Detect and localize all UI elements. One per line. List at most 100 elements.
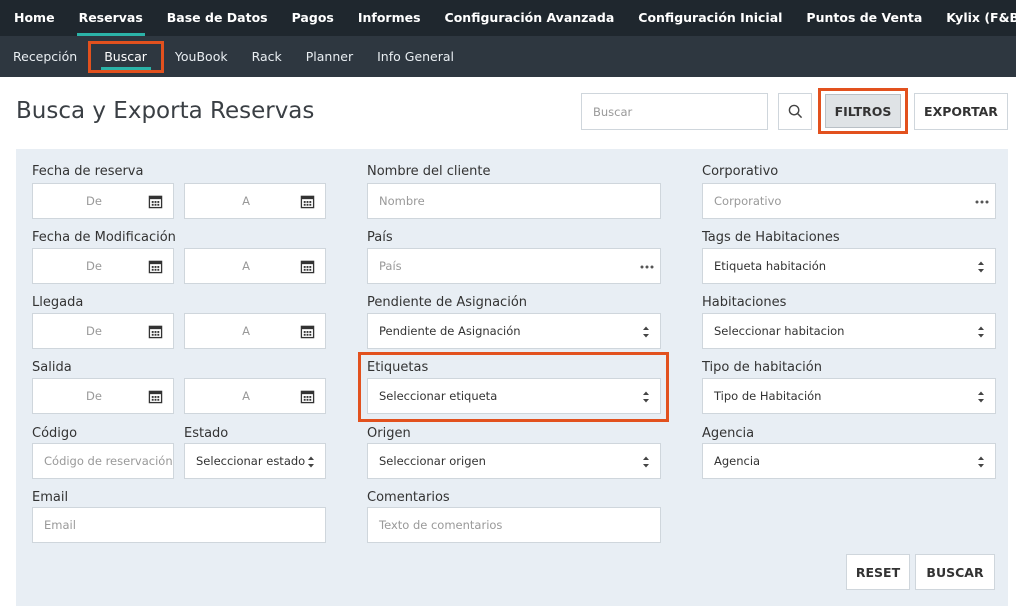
more-dots-icon[interactable] bbox=[975, 199, 989, 205]
salida-label: Salida bbox=[32, 360, 72, 375]
origen-value: Seleccionar origen bbox=[379, 454, 486, 468]
select-caret-icon bbox=[978, 456, 984, 468]
salida-from-field[interactable]: De bbox=[32, 378, 174, 414]
corporativo-label: Corporativo bbox=[702, 164, 779, 179]
email-label: Email bbox=[32, 490, 69, 505]
subnav-buscar-highlight: Buscar bbox=[88, 40, 164, 73]
habitaciones-value: Seleccionar habitacion bbox=[714, 324, 845, 338]
email-input[interactable]: Email bbox=[32, 507, 326, 543]
select-caret-icon bbox=[978, 261, 984, 273]
tags-habitaciones-label: Tags de Habitaciones bbox=[702, 230, 840, 245]
corporativo-placeholder: Corporativo bbox=[714, 194, 782, 208]
tipo-habitacion-select[interactable]: Tipo de Habitación bbox=[702, 378, 996, 414]
comentarios-placeholder: Texto de comentarios bbox=[379, 518, 503, 532]
subnav-info-general[interactable]: Info General bbox=[377, 49, 454, 64]
codigo-input[interactable]: Código de reservación bbox=[32, 443, 174, 479]
tipo-habitacion-label: Tipo de habitación bbox=[702, 360, 822, 375]
subnav-youbook[interactable]: YouBook bbox=[175, 49, 228, 64]
origen-label: Origen bbox=[367, 426, 411, 441]
subnav-planner[interactable]: Planner bbox=[306, 49, 353, 64]
topnav-base-de-datos[interactable]: Base de Datos bbox=[167, 0, 268, 36]
agencia-label: Agencia bbox=[702, 426, 755, 441]
exportar-button[interactable]: EXPORTAR bbox=[914, 93, 1008, 130]
calendar-icon[interactable] bbox=[148, 194, 163, 209]
select-caret-icon bbox=[978, 391, 984, 403]
llegada-label: Llegada bbox=[32, 295, 84, 310]
fecha-modificacion-from-field[interactable]: De bbox=[32, 248, 174, 284]
topnav-reservas[interactable]: Reservas bbox=[76, 0, 146, 36]
pendiente-value: Pendiente de Asignación bbox=[379, 324, 521, 338]
nombre-cliente-input[interactable]: Nombre bbox=[367, 183, 661, 219]
calendar-icon[interactable] bbox=[148, 259, 163, 274]
agencia-select[interactable]: Agencia bbox=[702, 443, 996, 479]
subnav-recepcion[interactable]: Recepción bbox=[13, 49, 77, 64]
calendar-icon[interactable] bbox=[300, 259, 315, 274]
topnav-configuracion-inicial[interactable]: Configuración Inicial bbox=[638, 0, 782, 36]
comentarios-label: Comentarios bbox=[367, 490, 450, 505]
llegada-to-field[interactable]: A bbox=[184, 313, 326, 349]
habitaciones-label: Habitaciones bbox=[702, 295, 787, 310]
comentarios-input[interactable]: Texto de comentarios bbox=[367, 507, 661, 543]
subnav-rack[interactable]: Rack bbox=[252, 49, 282, 64]
fecha-modificacion-from-placeholder: De bbox=[86, 259, 102, 273]
salida-to-field[interactable]: A bbox=[184, 378, 326, 414]
topnav-home[interactable]: Home bbox=[14, 0, 55, 36]
top-navigation: Home Reservas Base de Datos Pagos Inform… bbox=[0, 0, 1016, 36]
fecha-reserva-from-placeholder: De bbox=[86, 194, 102, 208]
agencia-value: Agencia bbox=[714, 454, 761, 468]
fecha-reserva-to-placeholder: A bbox=[242, 194, 250, 208]
origen-select[interactable]: Seleccionar origen bbox=[367, 443, 661, 479]
reset-button[interactable]: RESET bbox=[846, 554, 910, 590]
calendar-icon[interactable] bbox=[300, 389, 315, 404]
select-caret-icon bbox=[643, 456, 649, 468]
codigo-label: Código bbox=[32, 426, 78, 441]
more-dots-icon[interactable] bbox=[640, 264, 654, 270]
nombre-cliente-placeholder: Nombre bbox=[379, 194, 425, 208]
fecha-modificacion-to-field[interactable]: A bbox=[184, 248, 326, 284]
etiquetas-label: Etiquetas bbox=[367, 360, 429, 375]
etiquetas-select[interactable]: Seleccionar etiqueta bbox=[367, 378, 661, 414]
habitaciones-select[interactable]: Seleccionar habitacion bbox=[702, 313, 996, 349]
fecha-reserva-label: Fecha de reserva bbox=[32, 164, 144, 179]
pendiente-label: Pendiente de Asignación bbox=[367, 295, 528, 310]
tags-habitaciones-select[interactable]: Etiqueta habitación bbox=[702, 248, 996, 284]
estado-value: Seleccionar estado bbox=[196, 454, 306, 468]
codigo-placeholder: Código de reservación bbox=[44, 454, 173, 468]
calendar-icon[interactable] bbox=[300, 194, 315, 209]
calendar-icon[interactable] bbox=[148, 324, 163, 339]
select-caret-icon bbox=[978, 326, 984, 338]
pais-input[interactable]: País bbox=[367, 248, 661, 284]
buscar-button[interactable]: BUSCAR bbox=[915, 554, 995, 590]
corporativo-input[interactable]: Corporativo bbox=[702, 183, 996, 219]
subnav-buscar[interactable]: Buscar bbox=[104, 49, 147, 64]
topnav-puntos-de-venta[interactable]: Puntos de Venta bbox=[806, 0, 922, 36]
fecha-reserva-from-field[interactable]: De bbox=[32, 183, 174, 219]
estado-label: Estado bbox=[184, 426, 229, 441]
filtros-button[interactable]: FILTROS bbox=[825, 94, 901, 128]
pais-placeholder: País bbox=[379, 259, 402, 273]
llegada-to-placeholder: A bbox=[242, 324, 250, 338]
pendiente-select[interactable]: Pendiente de Asignación bbox=[367, 313, 661, 349]
calendar-icon[interactable] bbox=[300, 324, 315, 339]
fecha-modificacion-label: Fecha de Modificación bbox=[32, 230, 176, 245]
search-button[interactable] bbox=[778, 93, 812, 130]
etiquetas-value: Seleccionar etiqueta bbox=[379, 389, 498, 403]
topnav-configuracion-avanzada[interactable]: Configuración Avanzada bbox=[445, 0, 615, 36]
fecha-reserva-to-field[interactable]: A bbox=[184, 183, 326, 219]
page-title: Busca y Exporta Reservas bbox=[16, 98, 315, 124]
search-input[interactable]: Buscar bbox=[581, 93, 768, 130]
llegada-from-field[interactable]: De bbox=[32, 313, 174, 349]
search-placeholder: Buscar bbox=[593, 104, 633, 119]
topnav-kylix[interactable]: Kylix (F&B) bbox=[946, 0, 1016, 36]
fecha-modificacion-to-placeholder: A bbox=[242, 259, 250, 273]
pais-label: País bbox=[367, 230, 393, 245]
select-caret-icon bbox=[308, 456, 314, 468]
tags-habitaciones-value: Etiqueta habitación bbox=[714, 259, 827, 273]
salida-to-placeholder: A bbox=[242, 389, 250, 403]
estado-select[interactable]: Seleccionar estado bbox=[184, 443, 326, 479]
calendar-icon[interactable] bbox=[148, 389, 163, 404]
salida-from-placeholder: De bbox=[86, 389, 102, 403]
topnav-informes[interactable]: Informes bbox=[358, 0, 421, 36]
topnav-pagos[interactable]: Pagos bbox=[292, 0, 334, 36]
sub-navigation: Recepción Buscar YouBook Rack Planner In… bbox=[0, 36, 1016, 77]
